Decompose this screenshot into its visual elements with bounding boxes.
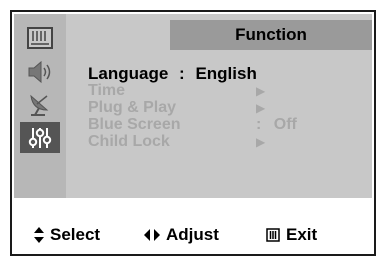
up-down-arrows-icon (34, 227, 44, 243)
menu-item-label: Language (88, 64, 169, 83)
menu-item-time[interactable]: Time ▶ (88, 82, 265, 100)
menu-item-label: Blue Screen (88, 116, 181, 133)
hint-select-label: Select (50, 225, 101, 244)
menu-item-label: Child Lock (88, 133, 170, 150)
hint-exit-label: Exit (286, 225, 318, 244)
menu-item-value: English (195, 64, 257, 83)
speaker-icon (28, 60, 51, 83)
menu-item-value: Off (273, 116, 297, 133)
hint-adjust-label: Adjust (166, 225, 219, 244)
hint-select: Select (34, 225, 100, 245)
menu-item-separator: : (256, 116, 262, 133)
menu-title-text: Function (235, 25, 307, 44)
hint-exit: Exit (266, 225, 317, 245)
picture-icon (27, 26, 53, 49)
submenu-arrow-icon: ▶ (256, 135, 266, 149)
menu-title: Function (170, 20, 372, 50)
menu-icon (266, 228, 280, 242)
category-picture[interactable] (20, 22, 60, 53)
menu-item-language[interactable]: Language : English (88, 65, 257, 83)
menu-item-child-lock[interactable]: Child Lock ▶ (88, 133, 265, 151)
button-hints: Select Adjust Exit (14, 220, 372, 250)
submenu-arrow-icon: ▶ (256, 101, 266, 115)
hint-adjust: Adjust (144, 225, 219, 245)
submenu-arrow-icon: ▶ (256, 84, 266, 98)
menu-item-label: Plug & Play (88, 99, 177, 116)
category-sound[interactable] (20, 56, 60, 87)
menu-item-separator: : (179, 64, 185, 83)
menu-item-value-group: : Off (256, 116, 297, 134)
menu-item-label: Time (88, 82, 126, 99)
category-function[interactable] (20, 122, 60, 153)
function-sliders-icon (28, 127, 52, 148)
category-channel[interactable] (20, 88, 60, 119)
menu-item-plug-and-play[interactable]: Plug & Play ▶ (88, 99, 265, 117)
left-right-arrows-icon (144, 229, 160, 241)
satellite-dish-icon (30, 94, 49, 116)
menu-item-blue-screen[interactable]: Blue Screen : Off (88, 116, 297, 134)
